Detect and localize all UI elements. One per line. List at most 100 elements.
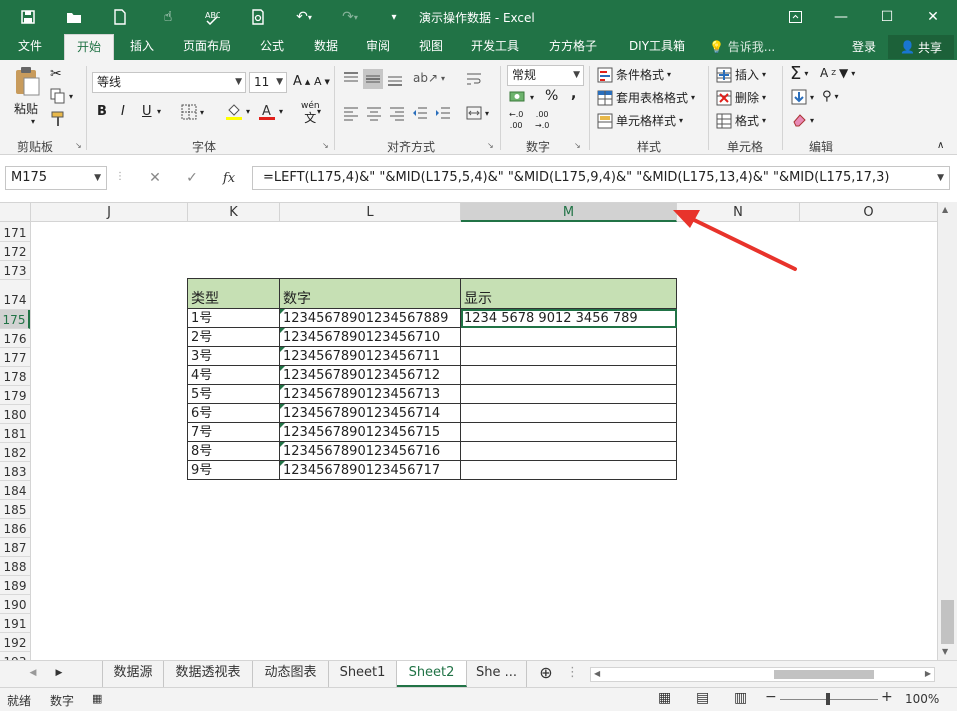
sheet-tab[interactable]: 数据源 [102, 661, 164, 687]
fill-color-icon[interactable]: ▾ [225, 102, 250, 120]
table-cell[interactable]: 123456789012345671​0 [279, 327, 461, 347]
column-header[interactable]: O [800, 203, 937, 222]
table-cell[interactable]: 1号 [187, 308, 280, 328]
decrease-decimal-icon[interactable]: .00 →.0 [535, 111, 549, 130]
zoom-in-icon[interactable]: + [881, 689, 893, 705]
row-header[interactable]: 188 [0, 557, 30, 576]
page-break-view-icon[interactable]: ▥ [734, 690, 747, 706]
row-header[interactable]: 180 [0, 405, 30, 424]
column-header-selected[interactable]: M [461, 203, 677, 222]
minimize-icon[interactable]: — [818, 0, 864, 34]
table-cell[interactable]: 9号 [187, 460, 280, 480]
redo-icon[interactable]: ↷ ▾ [334, 0, 366, 34]
border-icon[interactable]: ▾ [181, 104, 204, 120]
row-header[interactable]: 183 [0, 462, 30, 481]
row-header[interactable]: 172 [0, 242, 30, 261]
copy-icon[interactable]: ▾ [50, 88, 73, 104]
alignment-launcher-icon[interactable]: ↘ [487, 141, 494, 150]
table-cell[interactable]: 1234567890123456713 [279, 384, 461, 404]
cell-styles-button[interactable]: 单元格样式 ▾ [597, 112, 683, 129]
cancel-icon[interactable]: ✕ [138, 170, 172, 186]
enter-icon[interactable]: ✓ [172, 170, 212, 186]
expand-formula-icon[interactable]: ▼ [937, 167, 944, 189]
table-cell[interactable] [460, 441, 677, 461]
row-header[interactable]: 177 [0, 348, 30, 367]
wrap-text-icon[interactable] [466, 71, 482, 87]
table-cell[interactable] [460, 460, 677, 480]
cut-icon[interactable]: ✂ [50, 66, 62, 82]
tab-formulas[interactable]: 公式 [250, 34, 294, 60]
zoom-out-icon[interactable]: − [765, 689, 777, 705]
insert-function-icon[interactable]: fx [212, 171, 246, 186]
font-color-icon[interactable]: A ▾ [258, 102, 283, 120]
merge-center-icon[interactable]: ▾ [466, 105, 489, 121]
underline-button[interactable]: U [142, 104, 152, 119]
formula-input[interactable]: =LEFT(L175,4)&" "&MID(L175,5,4)&" "&MID(… [252, 166, 950, 190]
close-icon[interactable]: ✕ [910, 0, 956, 34]
scroll-right-icon[interactable]: ▶ [925, 669, 931, 678]
table-cell[interactable] [460, 365, 677, 385]
format-painter-icon[interactable] [50, 111, 66, 127]
table-cell[interactable] [460, 403, 677, 423]
name-box[interactable]: M175 ▼ [5, 166, 107, 190]
sort-filter-icon[interactable]: A Z ▼ ▾ [820, 66, 855, 80]
insert-cells-button[interactable]: 插入 ▾ [716, 66, 766, 83]
row-header[interactable]: 179 [0, 386, 30, 405]
add-sheet-icon[interactable]: ⊕ [536, 661, 556, 687]
find-select-icon[interactable]: ⚲ ▾ [822, 89, 839, 104]
row-header[interactable]: 184 [0, 481, 30, 500]
font-name-combo[interactable]: 等线 ▼ [92, 72, 246, 93]
delete-cells-button[interactable]: 删除 ▾ [716, 89, 766, 106]
tab-home[interactable]: 开始 [64, 34, 114, 61]
table-cell[interactable]: 1234567890123456716 [279, 441, 461, 461]
table-cell[interactable]: 6号 [187, 403, 280, 423]
page-layout-view-icon[interactable]: ▤ [696, 690, 709, 706]
grow-font-icon[interactable]: A ▲ [293, 74, 310, 89]
row-header[interactable]: 185 [0, 500, 30, 519]
open-folder-icon[interactable] [58, 0, 90, 34]
table-cell[interactable]: 1234567890123456714 [279, 403, 461, 423]
autosum-icon[interactable]: Σ ▾ [790, 63, 808, 84]
tab-view[interactable]: 视图 [409, 34, 453, 60]
select-all-corner[interactable] [0, 203, 31, 222]
row-header[interactable]: 189 [0, 576, 30, 595]
row-header[interactable]: 178 [0, 367, 30, 386]
share-button[interactable]: 👤 共享 [888, 35, 954, 59]
tab-review[interactable]: 审阅 [356, 34, 400, 60]
row-header[interactable]: 193 [0, 652, 30, 660]
horizontal-scroll-thumb[interactable] [774, 670, 874, 679]
worksheet-grid[interactable]: 类型 数字 显示 1号 12345678901234567889 1234 5678 90… [31, 222, 937, 660]
fill-icon[interactable]: ▾ [791, 89, 814, 105]
row-header[interactable]: 186 [0, 519, 30, 538]
new-file-icon[interactable] [104, 0, 136, 34]
ribbon-display-icon[interactable] [772, 0, 818, 34]
sheet-tab[interactable]: 数据透视表 [164, 661, 253, 687]
scroll-up-icon[interactable]: ▲ [942, 205, 948, 214]
table-cell[interactable] [460, 346, 677, 366]
table-cell[interactable]: 12345678901234567889 [279, 308, 461, 328]
tab-splitter-icon[interactable]: ⋮ [566, 661, 576, 687]
column-header[interactable]: J [31, 203, 188, 222]
align-right-icon[interactable] [389, 105, 405, 121]
vertical-scroll-thumb[interactable] [941, 600, 954, 644]
bold-button[interactable]: B [97, 104, 107, 119]
italic-button[interactable]: I [121, 104, 125, 119]
number-format-combo[interactable]: 常规 ▼ [507, 65, 584, 86]
number-launcher-icon[interactable]: ↘ [574, 141, 581, 150]
shrink-font-icon[interactable]: A ▼ [314, 75, 330, 88]
save-icon[interactable] [12, 0, 44, 34]
tab-fangfang[interactable]: 方方格子 [540, 34, 606, 60]
touch-mode-icon[interactable]: ☝ [152, 0, 184, 34]
decrease-indent-icon[interactable] [412, 105, 428, 121]
format-cells-button[interactable]: 格式 ▾ [716, 112, 766, 129]
row-header[interactable]: 190 [0, 595, 30, 614]
customize-qat-icon[interactable]: ▾ [378, 0, 410, 34]
maximize-icon[interactable]: ☐ [864, 0, 910, 34]
clipboard-launcher-icon[interactable]: ↘ [75, 141, 82, 150]
tell-me-search[interactable]: 💡 告诉我... [709, 38, 775, 55]
undo-icon[interactable]: ↶ ▾ [288, 0, 320, 34]
vertical-scrollbar[interactable]: ▲ ▼ [937, 202, 957, 660]
row-header[interactable]: 176 [0, 329, 30, 348]
row-header[interactable]: 187 [0, 538, 30, 557]
table-cell[interactable]: 1234567890123456712 [279, 365, 461, 385]
